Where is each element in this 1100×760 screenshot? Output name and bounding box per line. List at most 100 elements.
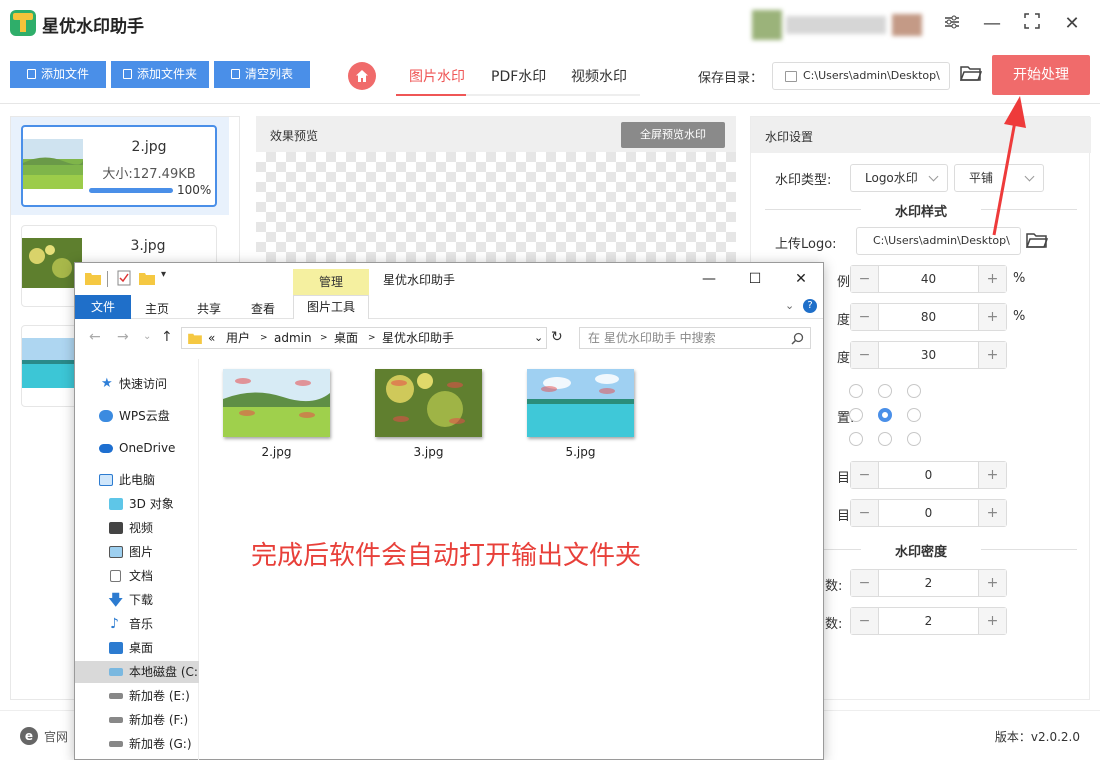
image-thumbnail[interactable] bbox=[223, 369, 330, 437]
clear-list-button[interactable]: 清空列表 bbox=[214, 61, 310, 88]
breadcrumb-item[interactable]: 星优水印助手 bbox=[382, 328, 454, 348]
recent-dropdown-icon[interactable]: ⌄ bbox=[143, 331, 151, 342]
nav-item-quick-access[interactable]: ★ 快速访问 bbox=[75, 373, 199, 395]
plus-icon[interactable]: + bbox=[978, 570, 1006, 596]
nav-item-pictures[interactable]: 图片 bbox=[75, 541, 199, 563]
horizontal-margin-stepper[interactable]: − 0 + bbox=[850, 461, 1007, 489]
qat-dropdown-icon[interactable]: ▾ bbox=[161, 269, 166, 280]
stepper-value[interactable]: 0 bbox=[879, 500, 978, 526]
watermark-type-select[interactable]: Logo水印 bbox=[850, 164, 948, 192]
help-icon[interactable]: ? bbox=[803, 299, 817, 313]
plus-icon[interactable]: + bbox=[978, 500, 1006, 526]
nav-item-music[interactable]: ♪ 音乐 bbox=[75, 613, 199, 635]
settings-icon[interactable] bbox=[940, 12, 964, 36]
ribbon-tab-home[interactable]: 主页 bbox=[145, 300, 169, 317]
position-radio[interactable] bbox=[849, 432, 863, 446]
browse-folder-icon[interactable] bbox=[959, 64, 983, 84]
minus-icon[interactable]: − bbox=[851, 266, 879, 292]
plus-icon[interactable]: + bbox=[978, 462, 1006, 488]
back-icon[interactable]: ← bbox=[89, 329, 101, 345]
breadcrumb-item[interactable]: 桌面 bbox=[334, 328, 358, 348]
ribbon-tab-file[interactable]: 文件 bbox=[75, 295, 131, 319]
nav-item-desktop[interactable]: 桌面 bbox=[75, 637, 199, 659]
nav-item-wps-cloud[interactable]: WPS云盘 bbox=[75, 405, 199, 427]
nav-item-documents[interactable]: 文档 bbox=[75, 565, 199, 587]
minus-icon[interactable]: − bbox=[851, 570, 879, 596]
nav-item-local-disk-c[interactable]: 本地磁盘 (C: bbox=[75, 661, 199, 683]
breadcrumb-overflow[interactable]: « bbox=[208, 328, 215, 348]
plus-icon[interactable]: + bbox=[978, 304, 1006, 330]
position-radio[interactable] bbox=[907, 432, 921, 446]
position-radio[interactable] bbox=[849, 408, 863, 422]
minus-icon[interactable]: − bbox=[851, 462, 879, 488]
position-radio[interactable] bbox=[878, 432, 892, 446]
search-icon[interactable] bbox=[791, 332, 804, 345]
scale-stepper[interactable]: − 40 + bbox=[850, 265, 1007, 293]
ribbon-expand-icon[interactable]: ⌄ bbox=[785, 299, 794, 312]
refresh-icon[interactable]: ↻ bbox=[551, 329, 563, 345]
nav-item-videos[interactable]: 视频 bbox=[75, 517, 199, 539]
minus-icon[interactable]: − bbox=[851, 342, 879, 368]
breadcrumb-item[interactable]: 用户 bbox=[226, 328, 250, 348]
stepper-value[interactable]: 40 bbox=[879, 266, 978, 292]
up-icon[interactable]: ↑ bbox=[161, 329, 173, 345]
manage-tab[interactable]: 管理 bbox=[293, 269, 369, 295]
stepper-value[interactable]: 2 bbox=[879, 570, 978, 596]
minus-icon[interactable]: − bbox=[851, 500, 879, 526]
plus-icon[interactable]: + bbox=[978, 266, 1006, 292]
close-icon[interactable]: ✕ bbox=[789, 267, 813, 291]
nav-item-drive-f[interactable]: 新加卷 (F:) bbox=[75, 709, 199, 731]
website-icon[interactable]: e bbox=[20, 727, 38, 745]
minimize-icon[interactable]: — bbox=[697, 267, 721, 291]
position-radio[interactable] bbox=[849, 384, 863, 398]
search-input[interactable]: 在 星优水印助手 中搜索 bbox=[579, 327, 811, 349]
plus-icon[interactable]: + bbox=[978, 608, 1006, 634]
vertical-margin-stepper[interactable]: − 0 + bbox=[850, 499, 1007, 527]
ribbon-tab-share[interactable]: 共享 bbox=[197, 300, 221, 317]
breadcrumb-item[interactable]: admin bbox=[274, 328, 312, 348]
minus-icon[interactable]: − bbox=[851, 304, 879, 330]
new-folder-icon[interactable] bbox=[139, 271, 155, 285]
forward-icon[interactable]: → bbox=[117, 329, 129, 345]
file-label[interactable]: 5.jpg bbox=[527, 445, 634, 459]
minus-icon[interactable]: − bbox=[851, 608, 879, 634]
add-folder-button[interactable]: 添加文件夹 bbox=[111, 61, 209, 88]
position-radio[interactable] bbox=[878, 384, 892, 398]
minimize-icon[interactable]: — bbox=[980, 12, 1004, 36]
file-label[interactable]: 2.jpg bbox=[223, 445, 330, 459]
fullscreen-preview-button[interactable]: 全屏预览水印 bbox=[621, 122, 725, 148]
nav-item-drive-g[interactable]: 新加卷 (G:) bbox=[75, 733, 199, 755]
tab-image-watermark[interactable]: 图片水印 bbox=[409, 66, 465, 86]
image-thumbnail[interactable] bbox=[375, 369, 482, 437]
save-dir-input[interactable]: C:\Users\admin\Desktop\ bbox=[772, 62, 950, 90]
nav-item-this-pc[interactable]: 此电脑 bbox=[75, 469, 199, 491]
ribbon-tab-picture-tools[interactable]: 图片工具 bbox=[293, 295, 369, 319]
ribbon-tab-view[interactable]: 查看 bbox=[251, 300, 275, 317]
stepper-value[interactable]: 0 bbox=[879, 462, 978, 488]
start-button[interactable]: 开始处理 bbox=[992, 55, 1090, 95]
home-button[interactable] bbox=[348, 62, 376, 90]
position-radio[interactable] bbox=[878, 408, 892, 422]
position-radio[interactable] bbox=[907, 384, 921, 398]
add-file-button[interactable]: 添加文件 bbox=[10, 61, 106, 88]
image-thumbnail[interactable] bbox=[527, 369, 634, 437]
website-link[interactable]: 官网 bbox=[44, 728, 68, 745]
density-rows-stepper[interactable]: − 2 + bbox=[850, 569, 1007, 597]
address-bar[interactable]: « 用户 > admin > 桌面 > 星优水印助手 ⌄ bbox=[181, 327, 547, 349]
stepper-value[interactable]: 30 bbox=[879, 342, 978, 368]
maximize-icon[interactable]: ☐ bbox=[743, 267, 767, 291]
close-icon[interactable]: ✕ bbox=[1060, 12, 1084, 36]
density-cols-stepper[interactable]: − 2 + bbox=[850, 607, 1007, 635]
address-dropdown-icon[interactable]: ⌄ bbox=[534, 328, 543, 348]
nav-item-onedrive[interactable]: OneDrive bbox=[75, 437, 199, 459]
maximize-icon[interactable] bbox=[1020, 12, 1044, 36]
nav-item-3d-objects[interactable]: 3D 对象 bbox=[75, 493, 199, 515]
file-item[interactable]: 2.jpg 大小:127.49KB 100% bbox=[21, 125, 217, 207]
stepper-value[interactable]: 80 bbox=[879, 304, 978, 330]
rotation-stepper[interactable]: − 30 + bbox=[850, 341, 1007, 369]
file-label[interactable]: 3.jpg bbox=[375, 445, 482, 459]
properties-icon[interactable] bbox=[117, 270, 131, 286]
user-avatar[interactable] bbox=[752, 10, 924, 40]
plus-icon[interactable]: + bbox=[978, 342, 1006, 368]
stepper-value[interactable]: 2 bbox=[879, 608, 978, 634]
